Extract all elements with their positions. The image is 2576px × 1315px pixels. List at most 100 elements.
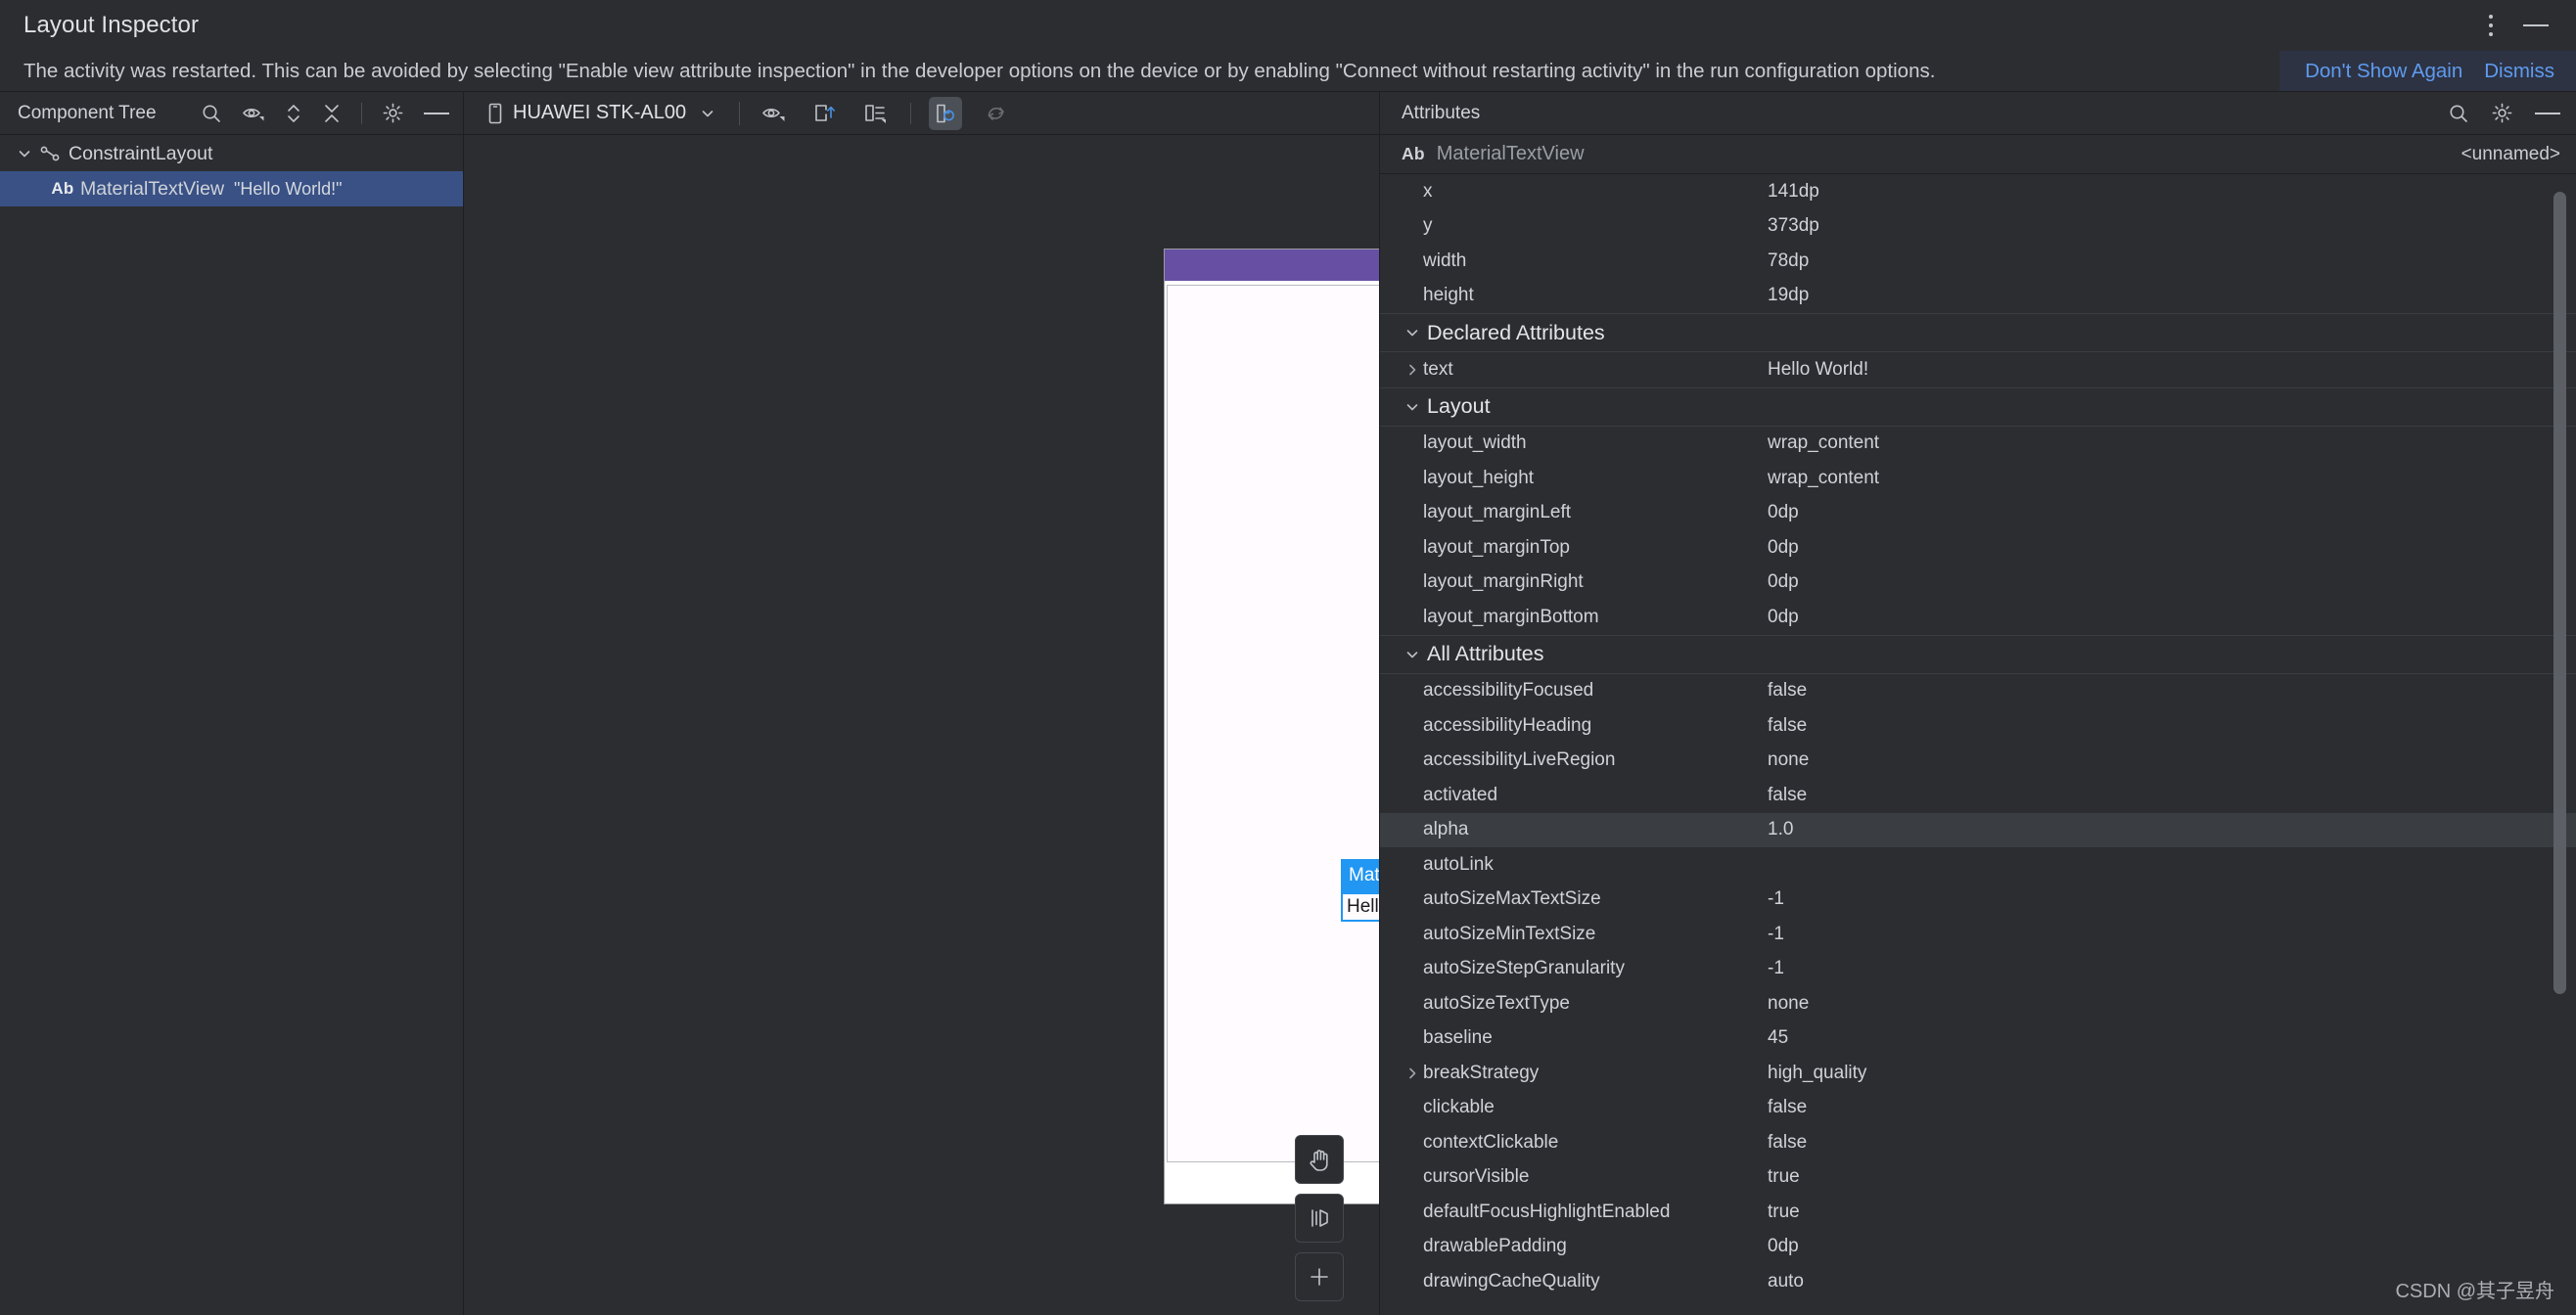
chevron-down-icon[interactable] bbox=[700, 106, 715, 121]
attribute-value[interactable]: wrap_content bbox=[1768, 432, 2576, 454]
eye-filter-icon[interactable] bbox=[242, 103, 265, 124]
attributes-scrollbar[interactable] bbox=[2553, 192, 2566, 994]
attribute-value[interactable]: 19dp bbox=[1768, 285, 2576, 306]
attribute-group-header[interactable]: Declared Attributes bbox=[1380, 313, 2576, 352]
minimize-icon[interactable] bbox=[2523, 24, 2549, 26]
preview-canvas[interactable]: MaterialTextView Hello World bbox=[464, 135, 1379, 1315]
attribute-value[interactable]: -1 bbox=[1768, 924, 2576, 945]
attribute-row[interactable]: cursorVisible true bbox=[1380, 1160, 2576, 1196]
chevron-right-icon[interactable] bbox=[1402, 362, 1423, 378]
tree-node-materialtextview[interactable]: Ab MaterialTextView "Hello World!" bbox=[0, 171, 463, 206]
chevron-right-icon[interactable] bbox=[1402, 1066, 1423, 1081]
attribute-value[interactable]: 0dp bbox=[1768, 571, 2576, 593]
app-content-frame bbox=[1167, 285, 1379, 1162]
chevron-down-icon[interactable] bbox=[14, 146, 35, 161]
attribute-value[interactable]: -1 bbox=[1768, 888, 2576, 910]
chevron-down-icon[interactable] bbox=[1402, 399, 1423, 415]
selection-bounds[interactable]: Hello World bbox=[1341, 892, 1379, 922]
attribute-row[interactable]: x 141dp bbox=[1380, 174, 2576, 209]
attribute-value[interactable]: 0dp bbox=[1768, 502, 2576, 523]
attribute-row[interactable]: width 78dp bbox=[1380, 244, 2576, 279]
load-overlay-icon[interactable] bbox=[808, 97, 842, 130]
attribute-value[interactable]: 141dp bbox=[1768, 181, 2576, 203]
attribute-row[interactable]: accessibilityFocused false bbox=[1380, 674, 2576, 709]
attribute-row[interactable]: autoSizeStepGranularity -1 bbox=[1380, 952, 2576, 987]
component-tree-body[interactable]: ConstraintLayout Ab MaterialTextView "He… bbox=[0, 135, 463, 1315]
attribute-value[interactable]: true bbox=[1768, 1166, 2576, 1188]
attribute-value[interactable]: 45 bbox=[1768, 1027, 2576, 1049]
attribute-value[interactable]: false bbox=[1768, 715, 2576, 737]
attribute-row[interactable]: autoSizeMinTextSize -1 bbox=[1380, 917, 2576, 952]
attribute-group-header[interactable]: All Attributes bbox=[1380, 634, 2576, 674]
zoom-in-icon[interactable] bbox=[1295, 1252, 1344, 1301]
layer-spacing-icon[interactable] bbox=[859, 97, 893, 130]
attribute-value[interactable]: 0dp bbox=[1768, 607, 2576, 628]
device-selector[interactable]: HUAWEI STK-AL00 bbox=[482, 98, 721, 129]
attribute-row[interactable]: defaultFocusHighlightEnabled true bbox=[1380, 1195, 2576, 1230]
attribute-row[interactable]: accessibilityLiveRegion none bbox=[1380, 744, 2576, 779]
attribute-row[interactable]: layout_marginBottom 0dp bbox=[1380, 600, 2576, 635]
attribute-row[interactable]: layout_marginLeft 0dp bbox=[1380, 496, 2576, 531]
attribute-row[interactable]: alpha 1.0 bbox=[1380, 812, 2576, 847]
dismiss-link[interactable]: Dismiss bbox=[2484, 60, 2554, 83]
close-all-icon[interactable] bbox=[322, 103, 342, 124]
attribute-group-header[interactable]: Layout bbox=[1380, 386, 2576, 427]
attribute-row[interactable]: baseline 45 bbox=[1380, 1021, 2576, 1057]
attribute-row[interactable]: activated false bbox=[1380, 778, 2576, 813]
attribute-row[interactable]: accessibilityHeading false bbox=[1380, 708, 2576, 744]
dont-show-again-link[interactable]: Don't Show Again bbox=[2305, 60, 2462, 83]
attribute-value[interactable]: 0dp bbox=[1768, 1236, 2576, 1257]
attribute-value[interactable]: none bbox=[1768, 749, 2576, 771]
view-options-icon[interactable] bbox=[758, 97, 791, 130]
attribute-value[interactable]: high_quality bbox=[1768, 1063, 2576, 1084]
attribute-row[interactable]: clickable false bbox=[1380, 1091, 2576, 1126]
chevron-down-icon[interactable] bbox=[1402, 325, 1423, 340]
attribute-value[interactable]: false bbox=[1768, 1097, 2576, 1118]
attribute-row[interactable]: height 19dp bbox=[1380, 279, 2576, 314]
attribute-row[interactable]: layout_marginTop 0dp bbox=[1380, 530, 2576, 566]
attribute-row[interactable]: drawingCacheQuality auto bbox=[1380, 1264, 2576, 1299]
gear-icon[interactable] bbox=[382, 102, 404, 124]
minimize-icon[interactable] bbox=[2535, 112, 2560, 114]
attribute-row[interactable]: autoSizeTextType none bbox=[1380, 986, 2576, 1021]
search-icon[interactable] bbox=[2448, 103, 2469, 124]
attribute-value[interactable]: none bbox=[1768, 993, 2576, 1015]
attribute-value[interactable]: -1 bbox=[1768, 958, 2576, 979]
attribute-row[interactable]: layout_marginRight 0dp bbox=[1380, 566, 2576, 601]
attribute-value[interactable]: true bbox=[1768, 1202, 2576, 1223]
attribute-row[interactable]: autoSizeMaxTextSize -1 bbox=[1380, 883, 2576, 918]
attribute-value[interactable]: false bbox=[1768, 785, 2576, 806]
gear-icon[interactable] bbox=[2491, 102, 2513, 124]
attribute-row[interactable]: layout_width wrap_content bbox=[1380, 427, 2576, 462]
attribute-value[interactable]: false bbox=[1768, 1132, 2576, 1154]
pan-hand-icon[interactable] bbox=[1295, 1135, 1344, 1184]
attribute-value[interactable]: 373dp bbox=[1768, 215, 2576, 237]
minimize-icon[interactable] bbox=[424, 112, 449, 114]
live-updates-icon[interactable] bbox=[929, 96, 963, 130]
selection-label: MaterialTextView bbox=[1341, 859, 1379, 892]
kebab-menu-icon[interactable] bbox=[2488, 12, 2494, 39]
attribute-name: clickable bbox=[1423, 1097, 1495, 1118]
attribute-value[interactable]: 78dp bbox=[1768, 250, 2576, 272]
attribute-row[interactable]: contextClickable false bbox=[1380, 1125, 2576, 1160]
attribute-row[interactable]: text Hello World! bbox=[1380, 352, 2576, 387]
attribute-value[interactable]: 0dp bbox=[1768, 537, 2576, 559]
attributes-list[interactable]: x 141dp y 373dp width 78dp height 19dp Declared … bbox=[1380, 174, 2576, 1315]
attribute-value[interactable]: 1.0 bbox=[1768, 819, 2576, 840]
expand-collapse-icon[interactable] bbox=[285, 103, 302, 124]
attribute-value[interactable]: wrap_content bbox=[1768, 468, 2576, 489]
tree-node-constraintlayout[interactable]: ConstraintLayout bbox=[0, 136, 463, 171]
attribute-value[interactable]: auto bbox=[1768, 1271, 2576, 1292]
attribute-value[interactable]: false bbox=[1768, 680, 2576, 702]
device-screen[interactable] bbox=[1165, 249, 1379, 1203]
attribute-row[interactable]: breakStrategy high_quality bbox=[1380, 1056, 2576, 1091]
refresh-icon[interactable] bbox=[980, 97, 1013, 130]
rotate-3d-icon[interactable] bbox=[1295, 1194, 1344, 1243]
attribute-row[interactable]: autoLink bbox=[1380, 847, 2576, 883]
chevron-down-icon[interactable] bbox=[1402, 647, 1423, 662]
attribute-value[interactable]: Hello World! bbox=[1768, 359, 2576, 381]
attribute-row[interactable]: layout_height wrap_content bbox=[1380, 461, 2576, 496]
search-icon[interactable] bbox=[201, 103, 222, 124]
attribute-row[interactable]: y 373dp bbox=[1380, 209, 2576, 245]
attribute-row[interactable]: drawablePadding 0dp bbox=[1380, 1230, 2576, 1265]
